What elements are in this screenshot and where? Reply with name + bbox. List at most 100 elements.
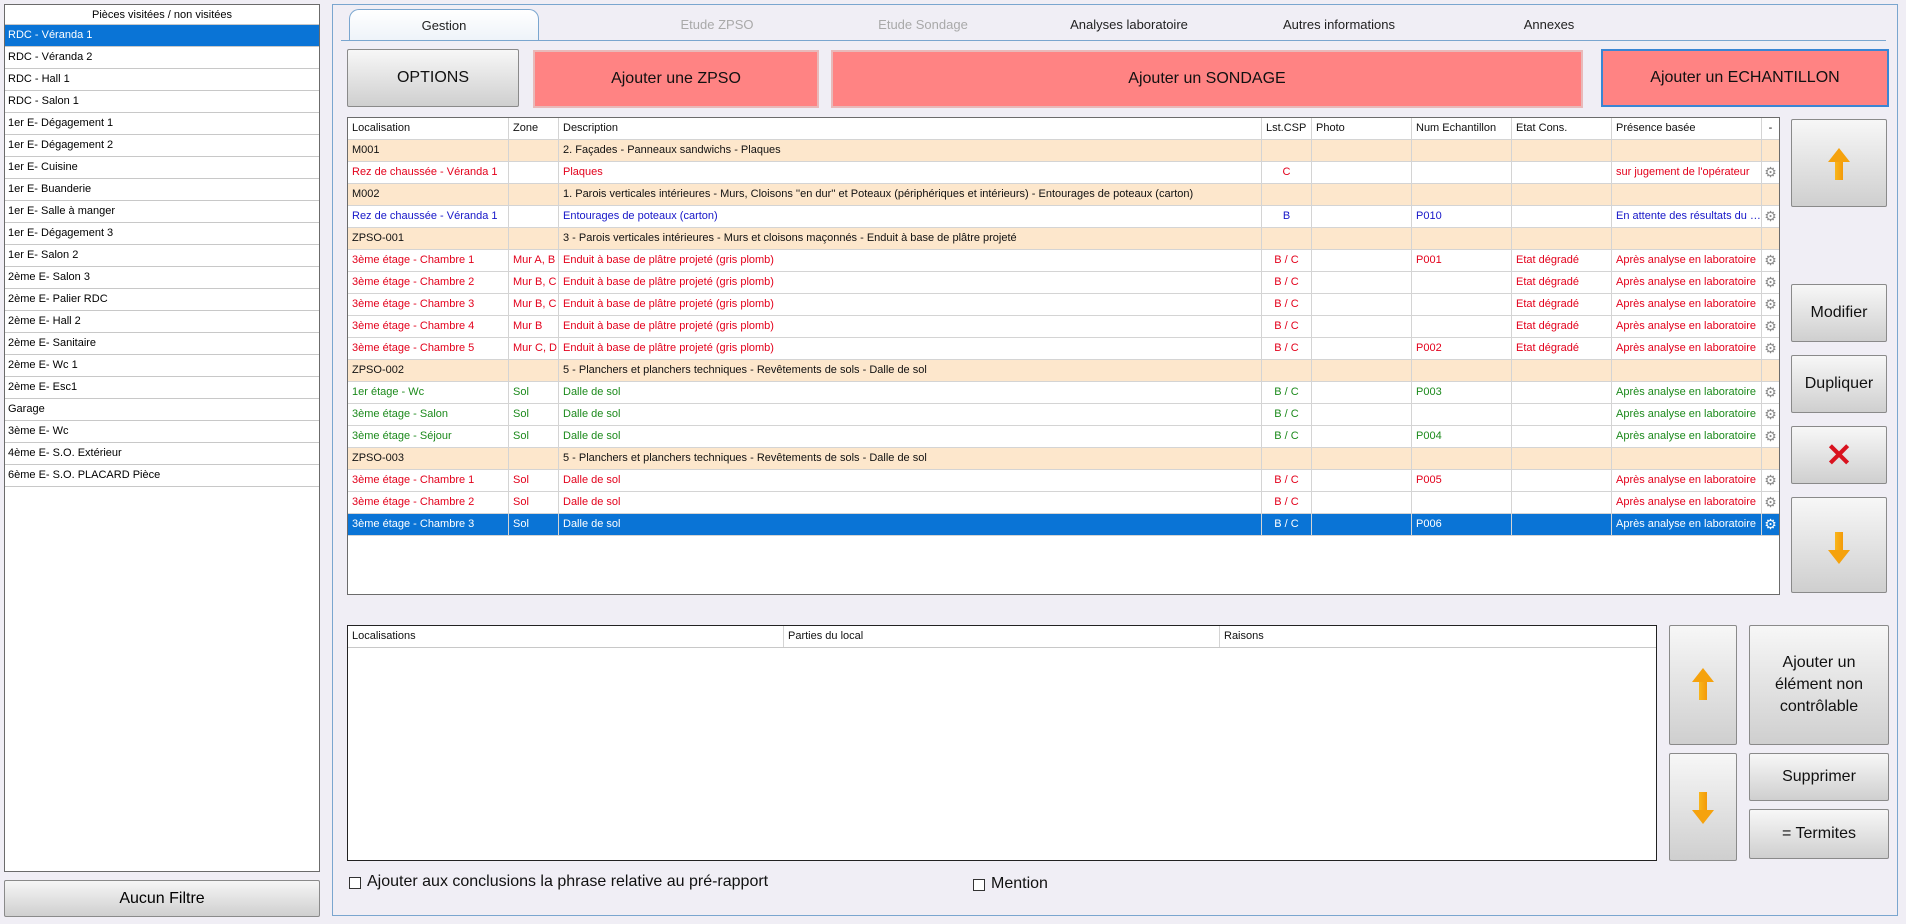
column-header[interactable]: Etat Cons. <box>1512 118 1612 139</box>
column-header[interactable]: Raisons <box>1220 626 1656 647</box>
gear-icon[interactable]: ⚙ <box>1762 382 1779 403</box>
add-echantillon-button[interactable]: Ajouter un ECHANTILLON <box>1601 49 1889 107</box>
room-list-item[interactable]: 2ème E- Palier RDC <box>5 289 319 311</box>
delete-button[interactable]: Supprimer <box>1749 753 1889 801</box>
move-down-button[interactable] <box>1791 497 1887 593</box>
room-list-item[interactable]: RDC - Véranda 1 <box>5 25 319 47</box>
table-row[interactable]: 3ème étage - Chambre 3 Mur B, C Enduit à b… <box>348 294 1779 316</box>
filter-button[interactable]: Aucun Filtre <box>4 880 320 917</box>
add-sondage-button[interactable]: Ajouter un SONDAGE <box>831 50 1583 108</box>
column-header[interactable]: Photo <box>1312 118 1412 139</box>
group-row[interactable]: ZPSO-002 5 - Planchers et planchers techn… <box>348 360 1779 382</box>
cell-csp <box>1262 360 1312 381</box>
add-zpso-button[interactable]: Ajouter une ZPSO <box>533 50 819 108</box>
gear-icon[interactable]: ⚙ <box>1762 316 1779 337</box>
table-row[interactable]: 3ème étage - Séjour Sol Dalle de sol B / C P… <box>348 426 1779 448</box>
room-list-item[interactable]: RDC - Véranda 2 <box>5 47 319 69</box>
group-row[interactable]: M002 1. Parois verticales intérieures - M… <box>348 184 1779 206</box>
gear-icon[interactable]: ⚙ <box>1762 492 1779 513</box>
column-header[interactable]: Lst.CSP <box>1262 118 1312 139</box>
cell-empty[interactable] <box>1762 184 1779 205</box>
column-header[interactable]: Parties du local <box>784 626 1220 647</box>
gear-icon[interactable]: ⚙ <box>1762 514 1779 535</box>
cell-pres: Après analyse en laboratoire <box>1612 272 1762 293</box>
column-header[interactable]: Zone <box>509 118 559 139</box>
column-header[interactable]: - <box>1762 118 1779 139</box>
column-header[interactable]: Num Echantillon <box>1412 118 1512 139</box>
room-list-item[interactable]: RDC - Salon 1 <box>5 91 319 113</box>
room-list-item[interactable]: 2ème E- Salon 3 <box>5 267 319 289</box>
room-list-item[interactable]: 2ème E- Hall 2 <box>5 311 319 333</box>
column-header[interactable]: Localisations <box>348 626 784 647</box>
table-row[interactable]: 3ème étage - Chambre 2 Sol Dalle de sol B /… <box>348 492 1779 514</box>
tab-4[interactable]: Autres informations <box>1239 9 1439 40</box>
gear-icon[interactable]: ⚙ <box>1762 272 1779 293</box>
tab-0[interactable]: Gestion <box>349 9 539 40</box>
table-row[interactable]: 3ème étage - Chambre 4 Mur B Enduit à base… <box>348 316 1779 338</box>
column-header[interactable]: Description <box>559 118 1262 139</box>
cell-desc: 5 - Planchers et planchers techniques - … <box>559 448 1262 469</box>
table-row[interactable]: 3ème étage - Chambre 1 Mur A, B Enduit à b… <box>348 250 1779 272</box>
group-row[interactable]: M001 2. Façades - Panneaux sandwichs - Pl… <box>348 140 1779 162</box>
gear-icon[interactable]: ⚙ <box>1762 206 1779 227</box>
termites-button[interactable]: = Termites <box>1749 809 1889 859</box>
gear-icon[interactable]: ⚙ <box>1762 338 1779 359</box>
tab-5[interactable]: Annexes <box>1449 9 1649 40</box>
table-row[interactable]: 1er étage - Wc Sol Dalle de sol B / C P003 Ap… <box>348 382 1779 404</box>
room-list-item[interactable]: 1er E- Dégagement 2 <box>5 135 319 157</box>
room-list-item[interactable]: 1er E- Salle à manger <box>5 201 319 223</box>
move-up-button[interactable] <box>1791 119 1887 207</box>
table-row[interactable]: 3ème étage - Chambre 1 Sol Dalle de sol B /… <box>348 470 1779 492</box>
gear-icon[interactable]: ⚙ <box>1762 470 1779 491</box>
table-row[interactable]: 3ème étage - Chambre 2 Mur B, C Enduit à b… <box>348 272 1779 294</box>
tab-2[interactable]: Etude Sondage <box>823 9 1023 40</box>
room-list-item[interactable]: 2ème E- Esc1 <box>5 377 319 399</box>
room-list-item[interactable]: 2ème E- Wc 1 <box>5 355 319 377</box>
table-row[interactable]: Rez de chaussée - Véranda 1 Entourages de… <box>348 206 1779 228</box>
gear-icon[interactable]: ⚙ <box>1762 404 1779 425</box>
pre-report-checkbox[interactable] <box>349 877 361 889</box>
gear-icon[interactable]: ⚙ <box>1762 426 1779 447</box>
room-list-item[interactable]: 1er E- Cuisine <box>5 157 319 179</box>
table-row[interactable]: 3ème étage - Chambre 3 Sol Dalle de sol B /… <box>348 514 1779 536</box>
room-list-item[interactable]: 1er E- Dégagement 1 <box>5 113 319 135</box>
cell-empty[interactable] <box>1762 228 1779 249</box>
delete-row-button[interactable]: ✕ <box>1791 426 1887 484</box>
cell-etat: Etat dégradé <box>1512 338 1612 359</box>
group-row[interactable]: ZPSO-003 5 - Planchers et planchers techn… <box>348 448 1779 470</box>
room-list-item[interactable]: 4ème E- S.O. Extérieur <box>5 443 319 465</box>
gear-icon[interactable]: ⚙ <box>1762 250 1779 271</box>
gear-icon[interactable]: ⚙ <box>1762 162 1779 183</box>
room-list-item[interactable]: 6ème E- S.O. PLACARD Pièce <box>5 465 319 487</box>
cell-empty[interactable] <box>1762 448 1779 469</box>
column-header[interactable]: Localisation <box>348 118 509 139</box>
room-list-item[interactable]: 1er E- Salon 2 <box>5 245 319 267</box>
duplicate-button[interactable]: Dupliquer <box>1791 355 1887 413</box>
room-list-item[interactable]: 3ème E- Wc <box>5 421 319 443</box>
tab-3[interactable]: Analyses laboratoire <box>1029 9 1229 40</box>
tab-1[interactable]: Etude ZPSO <box>617 9 817 40</box>
column-header[interactable]: Présence basée <box>1612 118 1762 139</box>
room-list-item[interactable]: RDC - Hall 1 <box>5 69 319 91</box>
group-row[interactable]: ZPSO-001 3 - Parois verticales intérieure… <box>348 228 1779 250</box>
cell-empty[interactable] <box>1762 360 1779 381</box>
cell-loc: 3ème étage - Chambre 1 <box>348 250 509 271</box>
cell-empty[interactable] <box>1762 140 1779 161</box>
table-row[interactable]: Rez de chaussée - Véranda 1 Plaques Csur j… <box>348 162 1779 184</box>
cell-csp: C <box>1262 162 1312 183</box>
cell-photo <box>1312 228 1412 249</box>
room-list-item[interactable]: 1er E- Buanderie <box>5 179 319 201</box>
modify-button[interactable]: Modifier <box>1791 284 1887 342</box>
table-row[interactable]: 3ème étage - Salon Sol Dalle de sol B / C Ap… <box>348 404 1779 426</box>
add-non-controllable-button[interactable]: Ajouter un élément non contrôlable <box>1749 625 1889 745</box>
room-list-item[interactable]: Garage <box>5 399 319 421</box>
mention-checkbox[interactable] <box>973 879 985 891</box>
table-row[interactable]: 3ème étage - Chambre 5 Mur C, D Enduit à b… <box>348 338 1779 360</box>
gear-icon[interactable]: ⚙ <box>1762 294 1779 315</box>
sub-move-up-button[interactable] <box>1669 625 1737 745</box>
room-list-item[interactable]: 1er E- Dégagement 3 <box>5 223 319 245</box>
cell-zone: Mur B, C <box>509 294 559 315</box>
room-list-item[interactable]: 2ème E- Sanitaire <box>5 333 319 355</box>
sub-move-down-button[interactable] <box>1669 753 1737 861</box>
options-button[interactable]: OPTIONS <box>347 49 519 107</box>
